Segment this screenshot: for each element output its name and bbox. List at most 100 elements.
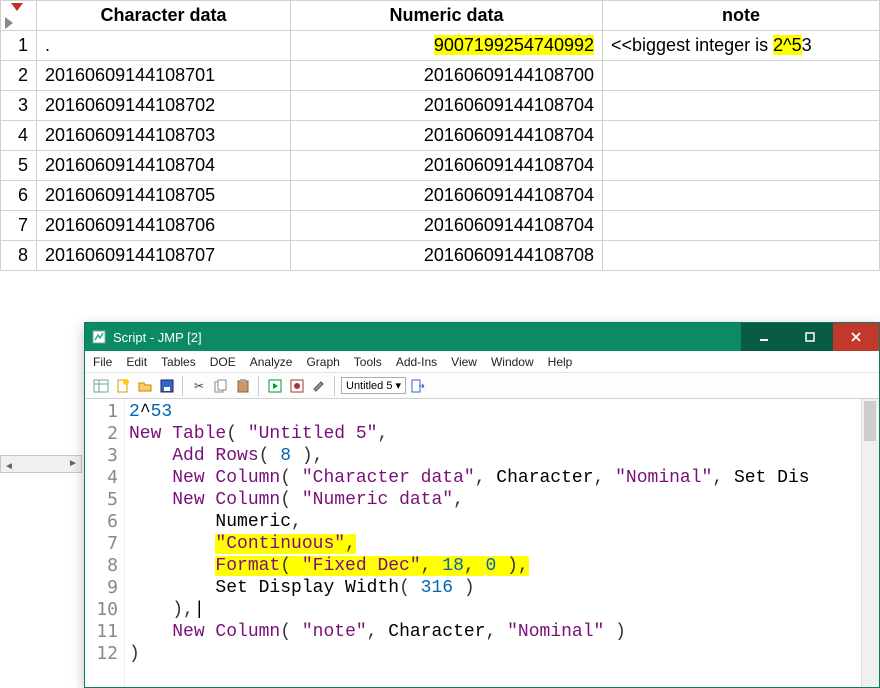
code-editor[interactable]: 123456789101112 2^53New Table( "Untitled… <box>85 399 879 687</box>
cell-note[interactable] <box>603 61 880 91</box>
table-row[interactable]: 32016060914410870220160609144108704 <box>1 91 880 121</box>
open-icon[interactable] <box>135 376 155 396</box>
row-number[interactable]: 4 <box>1 121 37 151</box>
cell-note[interactable]: <<biggest integer is 2^53 <box>603 31 880 61</box>
save-icon[interactable] <box>157 376 177 396</box>
paste-icon[interactable] <box>233 376 253 396</box>
column-header-numeric-data[interactable]: Numeric data <box>291 1 603 31</box>
scroll-left-icon[interactable]: ◄ <box>1 459 17 475</box>
cell-character-data[interactable]: . <box>37 31 291 61</box>
cell-character-data[interactable]: 20160609144108707 <box>37 241 291 271</box>
menu-help[interactable]: Help <box>548 355 573 369</box>
cell-numeric-data[interactable]: 20160609144108704 <box>291 211 603 241</box>
code-line[interactable]: ),| <box>129 599 857 621</box>
code-line[interactable]: New Table( "Untitled 5", <box>129 423 857 445</box>
tab-selector[interactable]: Untitled 5▾ <box>341 377 406 394</box>
line-gutter: 123456789101112 <box>85 399 125 687</box>
row-number[interactable]: 8 <box>1 241 37 271</box>
menu-add-ins[interactable]: Add-Ins <box>396 355 437 369</box>
code-line[interactable]: Add Rows( 8 ), <box>129 445 857 467</box>
window-title: Script - JMP [2] <box>113 330 741 345</box>
maximize-button[interactable] <box>787 323 833 351</box>
scrollbar-thumb[interactable] <box>864 401 876 441</box>
run-icon[interactable] <box>265 376 285 396</box>
cell-character-data[interactable]: 20160609144108703 <box>37 121 291 151</box>
table-row[interactable]: 52016060914410870420160609144108704 <box>1 151 880 181</box>
datatable-icon[interactable] <box>91 376 111 396</box>
copy-icon[interactable] <box>211 376 231 396</box>
close-button[interactable] <box>833 323 879 351</box>
cell-note[interactable] <box>603 241 880 271</box>
cut-icon[interactable]: ✂ <box>189 376 209 396</box>
code-line[interactable]: New Column( "note", Character, "Nominal"… <box>129 621 857 643</box>
minimize-button[interactable] <box>741 323 787 351</box>
row-number[interactable]: 6 <box>1 181 37 211</box>
code-line[interactable]: Format( "Fixed Dec", 18, 0 ), <box>129 555 857 577</box>
code-line[interactable]: 2^53 <box>129 401 857 423</box>
menu-edit[interactable]: Edit <box>126 355 147 369</box>
cell-numeric-data[interactable]: 20160609144108708 <box>291 241 603 271</box>
titlebar[interactable]: Script - JMP [2] <box>85 323 879 351</box>
code-area[interactable]: 2^53New Table( "Untitled 5", Add Rows( 8… <box>125 399 861 687</box>
cell-numeric-data[interactable]: 20160609144108704 <box>291 91 603 121</box>
line-number: 2 <box>87 423 118 445</box>
row-number[interactable]: 5 <box>1 151 37 181</box>
new-icon[interactable] <box>113 376 133 396</box>
table-corner[interactable] <box>1 1 37 31</box>
row-number[interactable]: 3 <box>1 91 37 121</box>
cell-character-data[interactable]: 20160609144108705 <box>37 181 291 211</box>
code-line[interactable]: Numeric, <box>129 511 857 533</box>
menu-doe[interactable]: DOE <box>210 355 236 369</box>
column-header-character-data[interactable]: Character data <box>37 1 291 31</box>
cell-numeric-data[interactable]: 20160609144108704 <box>291 181 603 211</box>
table-row[interactable]: 82016060914410870720160609144108708 <box>1 241 880 271</box>
row-number[interactable]: 1 <box>1 31 37 61</box>
debug-icon[interactable] <box>287 376 307 396</box>
menu-tools[interactable]: Tools <box>354 355 382 369</box>
cell-numeric-data[interactable]: 20160609144108704 <box>291 121 603 151</box>
format-icon[interactable] <box>309 376 329 396</box>
menu-view[interactable]: View <box>451 355 477 369</box>
disclosure-triangle-icon[interactable] <box>5 17 13 29</box>
line-number: 5 <box>87 489 118 511</box>
menu-window[interactable]: Window <box>491 355 534 369</box>
code-line[interactable]: "Continuous", <box>129 533 857 555</box>
cell-character-data[interactable]: 20160609144108706 <box>37 211 291 241</box>
cell-note[interactable] <box>603 211 880 241</box>
row-number[interactable]: 2 <box>1 61 37 91</box>
code-line[interactable]: New Column( "Numeric data", <box>129 489 857 511</box>
table-row[interactable]: 42016060914410870320160609144108704 <box>1 121 880 151</box>
cell-character-data[interactable]: 20160609144108701 <box>37 61 291 91</box>
cell-note[interactable] <box>603 151 880 181</box>
menu-file[interactable]: File <box>93 355 112 369</box>
row-number[interactable]: 7 <box>1 211 37 241</box>
cell-numeric-data[interactable]: 20160609144108700 <box>291 61 603 91</box>
app-icon <box>91 329 107 345</box>
cell-note[interactable] <box>603 91 880 121</box>
vertical-scrollbar[interactable] <box>861 399 879 687</box>
scroll-right-icon[interactable]: ► <box>65 456 81 472</box>
code-line[interactable]: New Column( "Character data", Character,… <box>129 467 857 489</box>
cell-note[interactable] <box>603 121 880 151</box>
menubar: File Edit Tables DOE Analyze Graph Tools Add-In… <box>85 351 879 373</box>
red-triangle-icon[interactable] <box>11 3 23 11</box>
line-number: 10 <box>87 599 118 621</box>
table-row[interactable]: 72016060914410870620160609144108704 <box>1 211 880 241</box>
cell-note[interactable] <box>603 181 880 211</box>
column-header-note[interactable]: note <box>603 1 880 31</box>
cell-character-data[interactable]: 20160609144108704 <box>37 151 291 181</box>
cell-numeric-data[interactable]: 20160609144108704 <box>291 151 603 181</box>
code-line[interactable]: ) <box>129 643 857 665</box>
code-line[interactable]: Set Display Width( 316 ) <box>129 577 857 599</box>
menu-graph[interactable]: Graph <box>306 355 339 369</box>
menu-tables[interactable]: Tables <box>161 355 196 369</box>
horizontal-scrollbar[interactable]: ◄ ► <box>0 455 82 473</box>
table-row[interactable]: 1.9007199254740992<<biggest integer is 2… <box>1 31 880 61</box>
menu-analyze[interactable]: Analyze <box>250 355 293 369</box>
cell-character-data[interactable]: 20160609144108702 <box>37 91 291 121</box>
table-row[interactable]: 22016060914410870120160609144108700 <box>1 61 880 91</box>
table-row[interactable]: 62016060914410870520160609144108704 <box>1 181 880 211</box>
goto-icon[interactable] <box>408 376 428 396</box>
line-number: 11 <box>87 621 118 643</box>
cell-numeric-data[interactable]: 9007199254740992 <box>291 31 603 61</box>
